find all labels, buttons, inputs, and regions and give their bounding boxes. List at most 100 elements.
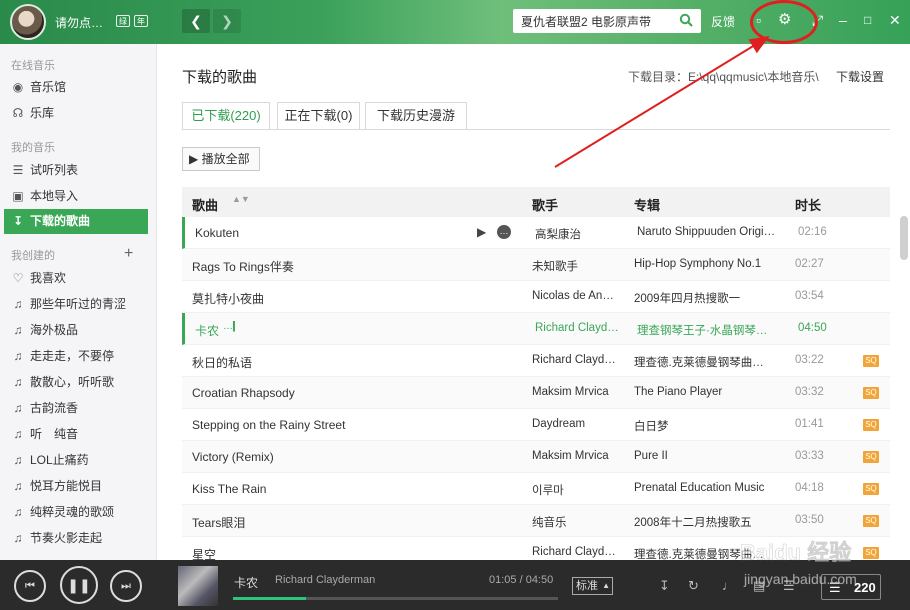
table-row[interactable]: Kokuten ▶ … 高梨康治 Naruto Shippuuden Origin… 02… (182, 217, 890, 249)
sidebar-item-label: 本地导入 (30, 189, 79, 203)
sidebar-item-playlist[interactable]: ♫ 纯粹灵魂的歌颂 (4, 500, 148, 525)
song-duration: 03:22 (795, 354, 824, 366)
scrollbar[interactable] (900, 216, 908, 260)
song-duration: 04:50 (798, 322, 827, 334)
sidebar-item-playlist[interactable]: ♫ 听 纯音 (4, 422, 148, 447)
row-play-icon[interactable]: ▶ (477, 225, 486, 239)
add-playlist-icon[interactable]: + (124, 245, 133, 263)
music-note-icon: ♫ (13, 453, 23, 467)
sidebar-item-playlist[interactable]: ♫ 古韵流香 (4, 396, 148, 421)
maximize-icon[interactable]: □ (864, 11, 871, 29)
section-my-music: 我的音乐 (11, 142, 55, 154)
now-playing-artist[interactable]: Richard Clayderman (275, 574, 375, 586)
song-artist: Richard Clayd… (535, 322, 619, 334)
song-album: 理查德.克莱德曼钢琴曲… (634, 357, 764, 369)
sidebar-item-playlist[interactable]: ♫ LOL止痛药 (4, 448, 148, 473)
previous-icon: ⏮ (25, 580, 35, 592)
sidebar-item-playlist[interactable]: ♫ 悦耳方能悦目 (4, 474, 148, 499)
col-title[interactable]: 歌曲 (192, 195, 218, 214)
table-row[interactable]: 卡农 …▎ Richard Clayd… 理查钢琴王子·水晶钢琴… 04:50 (182, 313, 890, 345)
forward-button[interactable]: ❯ (213, 9, 241, 33)
song-title: Croatian Rhapsody (192, 386, 295, 400)
user-name[interactable]: 请勿点… (55, 14, 103, 31)
tab-download-history[interactable]: 下载历史漫游 (365, 102, 467, 130)
music-hall-icon: ◉ (12, 80, 24, 94)
song-artist: Maksim Mrvica (532, 450, 609, 462)
sidebar-item-downloads[interactable]: ↧ 下载的歌曲 (4, 209, 148, 234)
song-album: 白日梦 (634, 421, 669, 433)
sidebar-item-local-import[interactable]: ▣ 本地导入 (4, 184, 148, 209)
sidebar-item-playlist[interactable]: ♫ 那些年听过的青涩 (4, 292, 148, 317)
song-duration: 02:27 (795, 258, 824, 270)
green-diamond-badge[interactable]: 绿 (116, 15, 130, 27)
song-artist: 高梨康治 (535, 229, 581, 241)
quality-label: 标准 (576, 580, 598, 592)
album-cover[interactable] (178, 566, 218, 606)
avatar[interactable] (10, 4, 46, 40)
song-title: Rags To Rings伴奏 (192, 260, 294, 274)
song-duration: 03:33 (795, 450, 824, 462)
song-artist: 纯音乐 (532, 517, 567, 529)
tab-divider (182, 129, 890, 130)
tab-downloaded[interactable]: 已下载(220) (182, 102, 270, 130)
minimize-icon[interactable]: – (839, 11, 847, 29)
sq-badge: SQ (863, 355, 879, 367)
song-artist: 未知歌手 (532, 261, 578, 273)
now-playing-title[interactable]: 卡农 (234, 574, 258, 591)
close-icon[interactable]: ✕ (889, 11, 901, 29)
back-button[interactable]: ❮ (182, 9, 210, 33)
download-settings-link[interactable]: 下载设置 (836, 68, 884, 85)
pause-button[interactable]: ❚❚ (60, 566, 98, 604)
next-button[interactable]: ⏭ (110, 570, 142, 602)
sidebar-item-label: 古韵流香 (30, 401, 79, 415)
table-row[interactable]: Kiss The Rain 이루마 Prenatal Education Music… (182, 473, 890, 505)
sidebar-item-library[interactable]: ☊ 乐库 (4, 101, 148, 126)
sidebar-item-label: 节奏火影走起 (30, 531, 103, 545)
annotation-circle (750, 0, 818, 44)
col-album[interactable]: 专辑 (634, 195, 660, 214)
song-album: Naruto Shippuuden Origin… (637, 226, 777, 238)
table-row[interactable]: Stepping on the Rainy Street Daydream 白日梦 0… (182, 409, 890, 441)
download-directory[interactable]: 下载目录：E:\qq\qqmusic\本地音乐\ (628, 68, 819, 85)
chevron-up-icon: ▲ (602, 581, 610, 590)
sidebar-item-playlist[interactable]: ♫ 走走走，不要停 (4, 344, 148, 369)
sidebar-item-playlist[interactable]: ♫ 海外极品 (4, 318, 148, 343)
sidebar-item-label: 走走走，不要停 (30, 349, 115, 363)
search-box[interactable] (513, 9, 701, 33)
table-row[interactable]: Victory (Remix) Maksim Mrvica Pure II 03:33… (182, 441, 890, 473)
col-artist[interactable]: 歌手 (532, 195, 558, 214)
song-table: 歌曲 ▲▼ 歌手 专辑 时长 Kokuten ▶ … 高梨康治 Naruto Shipp… (182, 187, 890, 569)
sidebar-item-playlist[interactable]: ♡ 我喜欢 (4, 266, 148, 291)
play-all-button[interactable]: ▶ 播放全部 (182, 147, 260, 171)
song-artist: Daydream (532, 418, 586, 430)
year-badge[interactable]: 年 (134, 15, 148, 27)
table-row[interactable]: Rags To Rings伴奏 未知歌手 Hip-Hop Symphony No.1… (182, 249, 890, 281)
sidebar-item-playlist[interactable]: ♫ 散散心，听听歌 (4, 370, 148, 395)
song-duration: 03:54 (795, 290, 824, 302)
search-icon[interactable] (679, 13, 693, 27)
sidebar-item-label: 我喜欢 (30, 271, 67, 285)
feedback-link[interactable]: 反馈 (711, 13, 735, 30)
sidebar-item-label: 试听列表 (30, 163, 79, 177)
search-input[interactable] (521, 12, 671, 30)
download-icon[interactable]: ↧ (659, 578, 670, 594)
row-more-icon[interactable]: … (497, 225, 511, 239)
song-duration: 04:18 (795, 482, 824, 494)
sidebar-item-music-hall[interactable]: ◉ 音乐馆 (4, 75, 148, 100)
section-created: 我创建的 (11, 250, 55, 262)
quality-select[interactable]: 标准 ▲ (572, 577, 613, 595)
table-row[interactable]: 莫扎特小夜曲 Nicolas de Ang… 2009年四月热搜歌一 03:54 (182, 281, 890, 313)
previous-button[interactable]: ⏮ (14, 570, 46, 602)
col-duration[interactable]: 时长 (795, 195, 821, 214)
song-album: The Piano Player (634, 386, 723, 398)
tab-downloading[interactable]: 正在下载(0) (277, 102, 360, 130)
table-row[interactable]: 秋日的私语 Richard Clayd… 理查德.克莱德曼钢琴曲… 03:22 SQ (182, 345, 890, 377)
sidebar-item-trial-list[interactable]: ☰ 试听列表 (4, 158, 148, 183)
music-note-icon: ♫ (13, 427, 23, 441)
song-album: 理查钢琴王子·水晶钢琴… (637, 325, 768, 337)
sidebar-item-playlist[interactable]: ♫ 节奏火影走起 (4, 526, 148, 551)
sort-icon[interactable]: ▲▼ (232, 194, 250, 204)
table-row[interactable]: Croatian Rhapsody Maksim Mrvica The Piano … (182, 377, 890, 409)
loop-icon[interactable]: ↻ (688, 578, 699, 594)
progress-bar[interactable] (233, 597, 558, 600)
